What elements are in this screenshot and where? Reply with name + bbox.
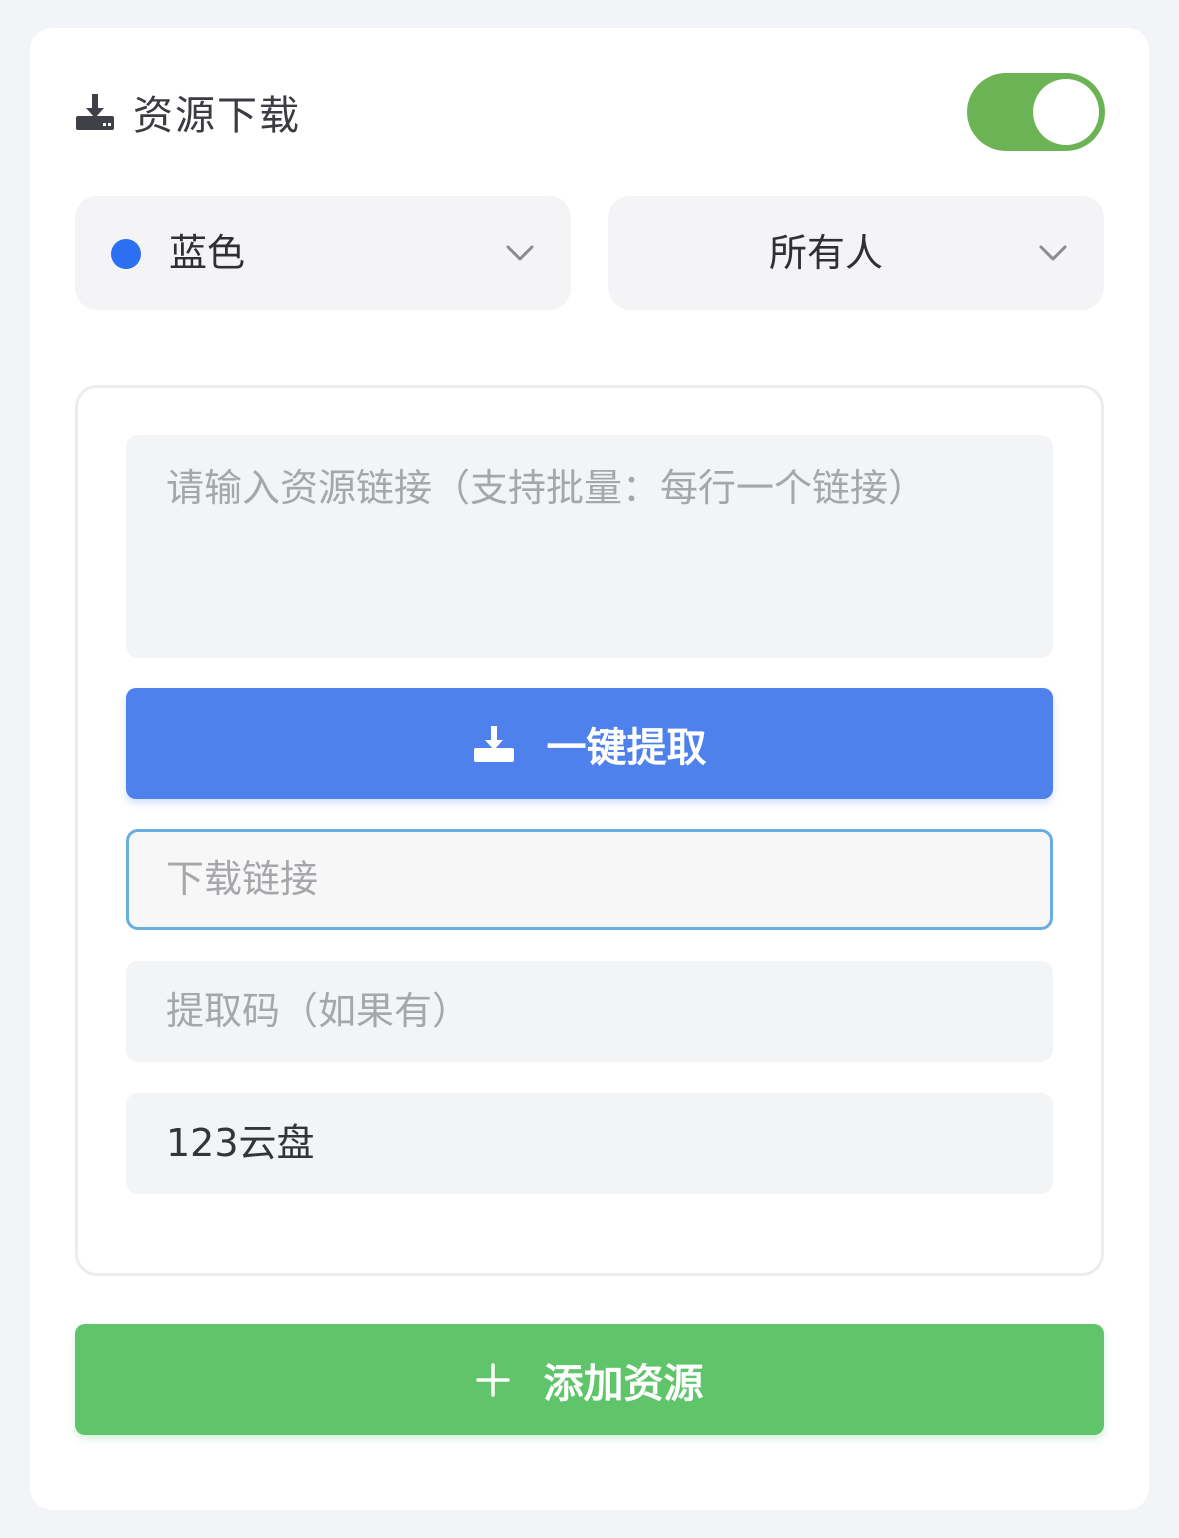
resource-links-textarea[interactable]: 请输入资源链接（支持批量：每行一个链接） <box>126 435 1053 658</box>
extract-button[interactable]: 一键提取 <box>126 688 1053 799</box>
page-title: 资源下载 <box>133 93 301 139</box>
download-link-input[interactable]: 下载链接 <box>126 829 1053 930</box>
cloud-disk-select[interactable]: 123云盘 <box>126 1093 1053 1194</box>
add-resource-label: 添加资源 <box>543 1360 704 1407</box>
audience-select[interactable]: 所有人 <box>608 196 1104 310</box>
audience-select-value: 所有人 <box>768 231 883 275</box>
download-tray-icon <box>473 725 514 762</box>
color-select[interactable]: 蓝色 <box>75 196 571 310</box>
header-title-group: 资源下载 <box>75 83 301 141</box>
plus-icon <box>475 1362 510 1397</box>
chevron-down-icon <box>1039 245 1067 261</box>
add-resource-button[interactable]: 添加资源 <box>75 1324 1104 1435</box>
chevron-down-icon <box>506 245 534 261</box>
toggle-knob <box>1033 79 1099 145</box>
color-select-value: 蓝色 <box>169 231 246 275</box>
card-header: 资源下载 <box>75 70 1105 154</box>
extract-code-input[interactable]: 提取码（如果有） <box>126 961 1053 1062</box>
extract-button-label: 一键提取 <box>546 724 707 771</box>
download-tray-icon <box>76 94 114 130</box>
color-dot <box>111 239 141 269</box>
enable-toggle[interactable] <box>967 73 1105 151</box>
